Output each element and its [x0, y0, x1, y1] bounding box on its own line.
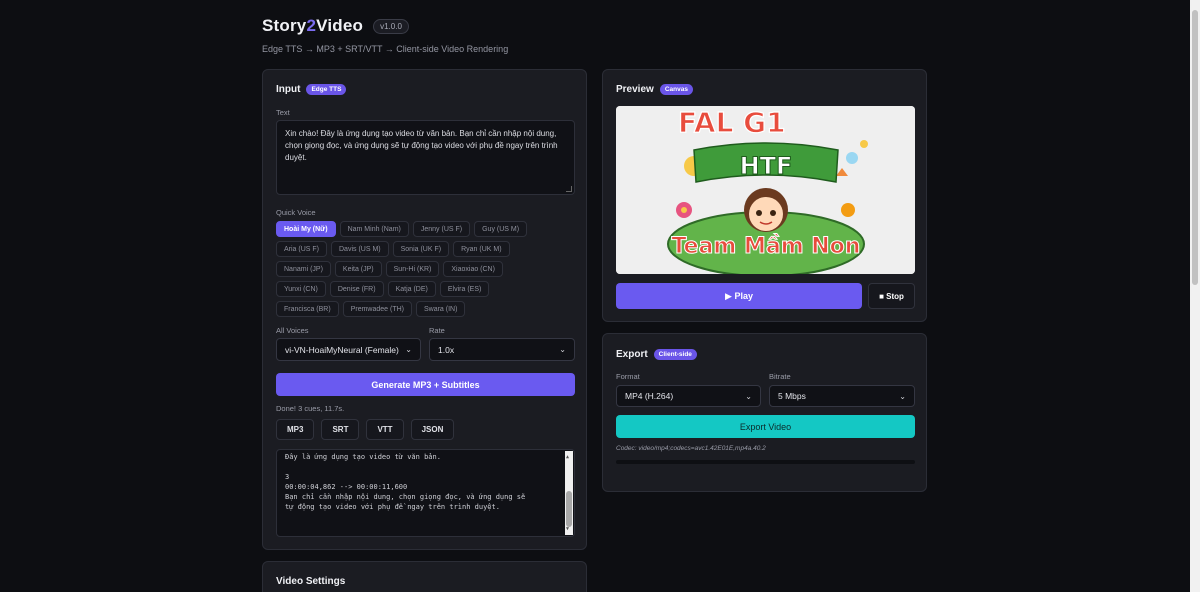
format-label: Format [616, 372, 640, 381]
quick-voice-chip[interactable]: Davis (US M) [331, 241, 389, 257]
chevron-down-icon: ⌄ [745, 391, 752, 401]
quick-voice-row: Yunxi (CN) Denise (FR) Katja (DE) Elvira (E… [276, 281, 576, 297]
bitrate-select[interactable]: 5 Mbps ⌄ [769, 385, 915, 407]
download-srt-button[interactable]: SRT [321, 419, 360, 440]
quick-voice-row: Aria (US F) Davis (US M) Sonia (UK F) Ryan … [276, 241, 576, 257]
scroll-down-icon[interactable]: ▼ [566, 524, 569, 534]
quick-voice-chip[interactable]: Sun-Hi (KR) [385, 261, 440, 277]
chevron-down-icon: ⌄ [559, 345, 566, 354]
quick-voice-chip[interactable]: Elvira (ES) [439, 281, 490, 297]
export-title: Export [616, 349, 648, 360]
quick-voice-chip[interactable]: Keita (JP) [334, 261, 382, 277]
text-label: Text [276, 108, 290, 117]
quick-voice-chip[interactable]: Nam Minh (Nam) [339, 221, 409, 237]
version-badge: v1.0.0 [373, 18, 409, 34]
video-settings-title: Video Settings [276, 576, 346, 587]
quick-voice-chip[interactable]: Denise (FR) [329, 281, 384, 297]
download-buttons: MP3 SRT VTT JSON [276, 419, 455, 440]
export-card: Export Client-side Format MP4 (H.264) ⌄ … [602, 333, 927, 492]
export-video-button[interactable]: Export Video [616, 415, 915, 438]
input-card: Input Edge TTS Text Xin chào! Đây là ứng… [262, 69, 587, 550]
bitrate-value: 5 Mbps [778, 391, 806, 401]
preview-image: FAL G1 HTF Team Mầm Non [616, 106, 915, 274]
quick-voice-row: Nanami (JP) Keita (JP) Sun-Hi (KR) Xiaoxiao… [276, 261, 576, 277]
quick-voice-chip[interactable]: Hoài My (Nữ) [276, 221, 336, 237]
image-text-top: FAL G1 [678, 106, 786, 139]
download-json-button[interactable]: JSON [410, 419, 455, 440]
download-mp3-button[interactable]: MP3 [276, 419, 315, 440]
subtitle-line: Bạn chỉ cần nhập nội dung, chọn giọng đọ… [285, 493, 526, 501]
quick-voice-chip[interactable]: Aria (US F) [276, 241, 327, 257]
quick-voice-chip[interactable]: Xiaoxiao (CN) [443, 261, 503, 277]
preview-card: Preview Canvas FAL G1 HTF Team Mầm Non ▶… [602, 69, 927, 322]
play-button[interactable]: ▶ Play [616, 283, 862, 309]
story-text-value: Xin chào! Đây là ứng dụng tạo video từ v… [285, 129, 558, 162]
page-scroll-thumb[interactable] [1192, 10, 1198, 285]
generate-button[interactable]: Generate MP3 + Subtitles [276, 373, 575, 396]
client-side-badge: Client-side [653, 349, 697, 360]
export-card-title: Export Client-side [616, 349, 697, 360]
input-title: Input [276, 84, 301, 95]
format-select[interactable]: MP4 (H.264) ⌄ [616, 385, 761, 407]
subtitle-preview[interactable]: Đây là ứng dụng tạo video từ văn bản. 3 00… [276, 449, 575, 537]
input-card-title: Input Edge TTS [276, 84, 347, 95]
preview-card-title: Preview Canvas [616, 84, 693, 95]
format-value: MP4 (H.264) [625, 391, 674, 401]
scroll-up-icon[interactable]: ▲ [566, 452, 569, 462]
rate-label: Rate [429, 326, 445, 335]
bitrate-label: Bitrate [769, 372, 791, 381]
edge-tts-badge: Edge TTS [306, 84, 347, 95]
title-part: Video [316, 16, 364, 35]
app-subtitle: Edge TTS → MP3 + SRT/VTT → Client-side V… [262, 44, 509, 54]
preview-title: Preview [616, 84, 654, 95]
resize-handle-icon[interactable] [566, 186, 572, 192]
download-vtt-button[interactable]: VTT [366, 419, 404, 440]
title-accent: 2 [306, 16, 317, 35]
codec-info: Codec: video/mp4;codecs=avc1.42E01E,mp4a… [616, 445, 766, 452]
quick-voice-chip[interactable]: Francisca (BR) [276, 301, 339, 317]
image-text-banner: HTF [740, 152, 793, 180]
app-header: Story2Video v1.0.0 Edge TTS → MP3 + SRT/… [262, 16, 508, 54]
scroll-thumb[interactable] [566, 491, 572, 527]
preview-canvas: FAL G1 HTF Team Mầm Non [616, 106, 915, 274]
quick-voice-chip[interactable]: Sonia (UK F) [392, 241, 450, 257]
subtitle-line: tự động tạo video với phụ đề ngay trên t… [285, 503, 500, 511]
quick-voice-row: Francisca (BR) Premwadee (TH) Swara (IN) [276, 301, 576, 317]
subtitle-line: 00:00:04,862 --> 00:00:11,600 [285, 483, 408, 491]
quick-voice-chip[interactable]: Guy (US M) [474, 221, 528, 237]
app-title: Story2Video [262, 16, 363, 36]
quick-voice-chip[interactable]: Premwadee (TH) [342, 301, 412, 317]
all-voices-value: vi-VN-HoaiMyNeural (Female) [285, 344, 399, 355]
chevron-down-icon: ⌄ [899, 391, 906, 401]
quick-voice-chip[interactable]: Nanami (JP) [276, 261, 331, 277]
quick-voice-chip[interactable]: Yunxi (CN) [276, 281, 326, 297]
subtitle-line: 3 [285, 473, 290, 481]
page-scrollbar[interactable] [1190, 0, 1200, 592]
stop-button[interactable]: ■ Stop [868, 283, 915, 309]
quick-voice-chip[interactable]: Jenny (US F) [412, 221, 471, 237]
quick-voice-list: Hoài My (Nữ) Nam Minh (Nam) Jenny (US F) Gu… [276, 221, 576, 321]
export-progress-bar [616, 460, 915, 464]
story-text-input[interactable]: Xin chào! Đây là ứng dụng tạo video từ v… [276, 120, 575, 195]
quick-voice-chip[interactable]: Ryan (UK M) [453, 241, 510, 257]
canvas-badge: Canvas [659, 84, 693, 95]
rate-select[interactable]: 1.0x ⌄ [429, 338, 575, 361]
subtitle-lines: Đây là ứng dụng tạo video từ văn bản. 3 00… [285, 452, 558, 512]
all-voices-select[interactable]: vi-VN-HoaiMyNeural (Female) ⌄ [276, 338, 421, 361]
quick-voice-chip[interactable]: Swara (IN) [415, 301, 466, 317]
all-voices-label: All Voices [276, 326, 309, 335]
chevron-down-icon: ⌄ [405, 345, 412, 354]
title-part: Story [262, 16, 307, 35]
quick-voice-label: Quick Voice [276, 208, 316, 217]
quick-voice-row: Hoài My (Nữ) Nam Minh (Nam) Jenny (US F) Gu… [276, 221, 576, 237]
generate-status: Done! 3 cues, 11.7s. [276, 404, 345, 413]
subtitle-scrollbar[interactable]: ▲ ▼ [565, 451, 573, 535]
rate-value: 1.0x [438, 344, 455, 355]
video-settings-card: Video Settings [262, 561, 587, 592]
image-text-bottom: Team Mầm Non [672, 234, 861, 259]
brand: Story2Video v1.0.0 [262, 16, 508, 36]
quick-voice-chip[interactable]: Katja (DE) [387, 281, 436, 297]
subtitle-line: Đây là ứng dụng tạo video từ văn bản. [285, 453, 441, 461]
subtitle-line [285, 462, 558, 472]
